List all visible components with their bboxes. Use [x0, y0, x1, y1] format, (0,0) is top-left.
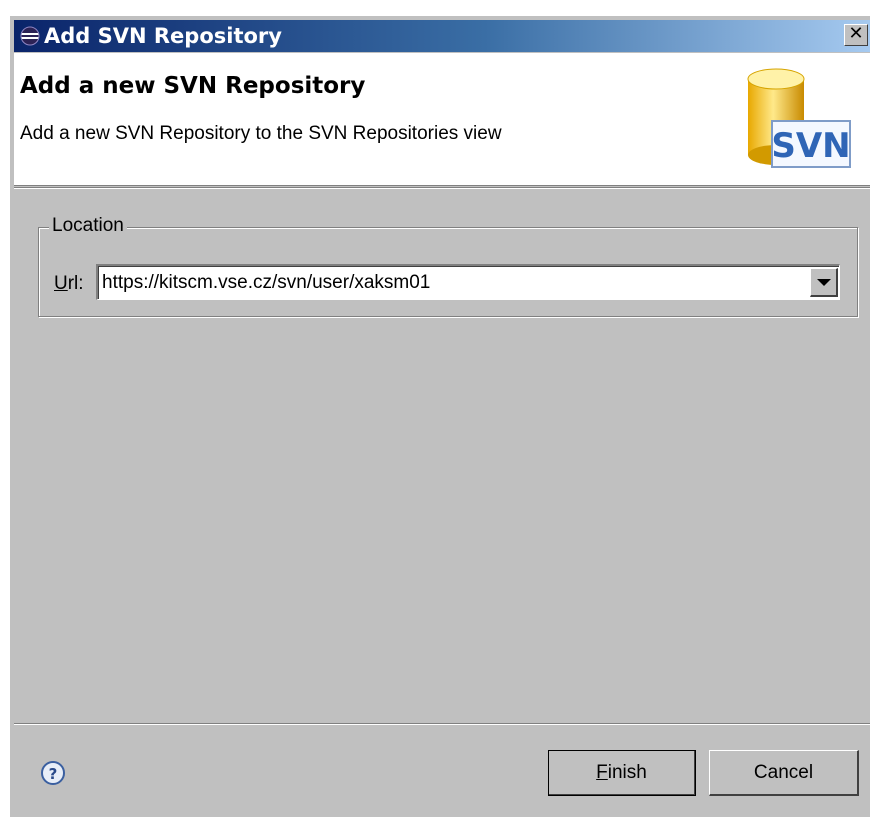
- page-title: Add a new SVN Repository: [20, 73, 366, 99]
- chevron-down-icon: [816, 278, 831, 286]
- help-icon[interactable]: ?: [40, 760, 66, 786]
- close-icon: ✕: [848, 23, 864, 44]
- svn-repository-icon: SVN: [747, 68, 851, 168]
- window-title: Add SVN Repository: [44, 24, 282, 48]
- location-group-label: Location: [49, 215, 127, 237]
- url-dropdown-button[interactable]: [810, 268, 838, 297]
- title-bar[interactable]: Add SVN Repository ✕: [14, 20, 870, 52]
- url-combo-input[interactable]: https://kitscm.vse.cz/svn/user/xaksm01: [96, 264, 840, 300]
- header-banner: Add a new SVN Repository Add a new SVN R…: [14, 53, 870, 186]
- footer-separator: [14, 723, 870, 725]
- url-value[interactable]: https://kitscm.vse.cz/svn/user/xaksm01: [102, 272, 430, 294]
- svn-logo-text: SVN: [771, 126, 850, 166]
- location-group: Location Url: https://kitscm.vse.cz/svn/…: [38, 215, 858, 317]
- banner-separator: [14, 187, 870, 189]
- close-button[interactable]: ✕: [844, 24, 868, 46]
- eclipse-icon: [20, 26, 40, 46]
- cancel-button[interactable]: Cancel: [709, 750, 859, 796]
- page-description: Add a new SVN Repository to the SVN Repo…: [20, 123, 502, 144]
- svg-text:?: ?: [49, 765, 58, 783]
- finish-button[interactable]: Finish: [548, 750, 696, 796]
- add-svn-repository-dialog: Add SVN Repository ✕ Add a new SVN Repos…: [8, 14, 870, 817]
- url-label: Url:: [54, 273, 84, 294]
